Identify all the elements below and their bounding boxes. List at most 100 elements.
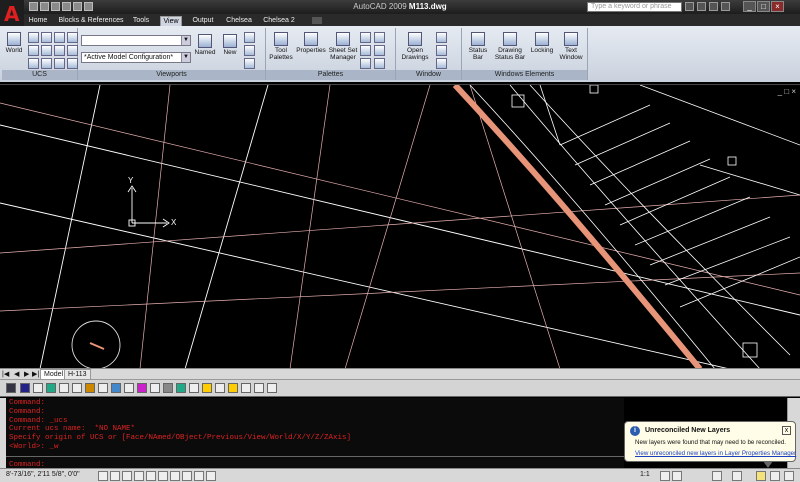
dyn-toggle-icon[interactable] (182, 471, 192, 481)
toolbar-icon-2[interactable] (20, 383, 30, 393)
osnap-toggle-icon[interactable] (146, 471, 156, 481)
tab-tools[interactable]: Tools (130, 16, 152, 26)
tool-palettes-button[interactable]: Tool Palettes (268, 32, 294, 61)
coordinate-readout[interactable]: 8'-73/16", 2'11 5/8", 0'0" (6, 471, 80, 478)
ucs-icon-toggle[interactable] (67, 58, 78, 69)
viewports-named-button[interactable]: Named (194, 34, 216, 56)
toolbar-icon-6[interactable] (137, 383, 147, 393)
layout-nav-last-icon[interactable]: ▶| (32, 370, 39, 378)
qp-toggle-icon[interactable] (206, 471, 216, 481)
command-line[interactable]: Command: Command: Command: _ucs Current … (6, 398, 624, 469)
tab-output[interactable]: Output (190, 16, 216, 26)
lineweight-toggle-icon[interactable] (194, 471, 204, 481)
tab-view[interactable]: View (160, 16, 182, 26)
toolbar-icon-8[interactable] (176, 383, 186, 393)
toolbar-icon-9[interactable] (228, 383, 238, 393)
annotation-scale[interactable]: 1:1 (640, 471, 650, 478)
tab-home[interactable]: Home (26, 16, 50, 26)
toolbar-icon-1[interactable] (6, 383, 16, 393)
markup-set-icon[interactable] (374, 32, 385, 43)
ucs-origin-icon[interactable] (28, 32, 39, 43)
ucs-named-icon[interactable] (54, 58, 65, 69)
viewports-new-button[interactable]: New (220, 34, 240, 56)
ucs-view-icon[interactable] (41, 45, 52, 56)
help-icon[interactable] (33, 383, 43, 393)
viewport-window-controls[interactable]: _ □ × (778, 87, 796, 96)
status-bar-menu-icon[interactable] (770, 471, 780, 481)
annotation-visibility-icon[interactable] (660, 471, 670, 481)
tile-vertical-icon[interactable] (436, 45, 447, 56)
restore-button[interactable]: □ (757, 1, 770, 12)
help-icon[interactable] (98, 383, 108, 393)
viewport-view-dropdown[interactable]: ▼ (81, 35, 191, 46)
toolbar-icon-4[interactable] (85, 383, 95, 393)
notification-close-button[interactable]: x (782, 426, 791, 435)
open-drawings-button[interactable]: Open Drawings (398, 32, 432, 61)
properties-button[interactable]: Properties (296, 32, 326, 54)
drawing-area[interactable]: Y X _ □ × (0, 84, 800, 369)
viewport-polygon-icon[interactable] (244, 58, 255, 69)
status-bar-button[interactable]: Status Bar (464, 32, 492, 61)
close-button[interactable]: × (771, 1, 784, 12)
help-icon[interactable] (241, 383, 251, 393)
help-icon[interactable] (150, 383, 160, 393)
polar-toggle-icon[interactable] (134, 471, 144, 481)
otrack-toggle-icon[interactable] (158, 471, 168, 481)
ucs-zaxis-icon[interactable] (28, 58, 39, 69)
design-center-icon[interactable] (360, 32, 371, 43)
tab-chelsea[interactable]: Chelsea (224, 16, 254, 26)
layout-icon[interactable] (374, 58, 385, 69)
toolbar-icon-3[interactable] (46, 383, 56, 393)
ucs-x-icon[interactable] (54, 32, 65, 43)
sheet-set-manager-button[interactable]: Sheet Set Manager (328, 32, 358, 61)
smiley-icon[interactable] (202, 383, 212, 393)
ucs-object-icon[interactable] (54, 45, 65, 56)
help-icon[interactable] (124, 383, 134, 393)
ortho-toggle-icon[interactable] (122, 471, 132, 481)
toolbar-icon-5[interactable] (111, 383, 121, 393)
cascade-icon[interactable] (436, 58, 447, 69)
quickcalc-icon[interactable] (360, 45, 371, 56)
clean-screen-icon[interactable] (784, 471, 794, 481)
snap-toggle-icon[interactable] (98, 471, 108, 481)
text-window-button[interactable]: Text Window (558, 32, 584, 61)
favorites-star-icon[interactable] (709, 2, 718, 11)
layout-nav-prev-icon[interactable]: ◀ (14, 370, 19, 378)
layer-notification-icon[interactable] (756, 471, 766, 481)
workspace-switch-icon[interactable] (712, 471, 722, 481)
tile-horizontal-icon[interactable] (436, 32, 447, 43)
help-icon[interactable] (721, 2, 730, 11)
help-icon[interactable] (59, 383, 69, 393)
ucs-face-icon[interactable] (67, 45, 78, 56)
minimize-button[interactable]: _ (743, 1, 756, 12)
auto-scale-icon[interactable] (672, 471, 682, 481)
drawing-status-bar-button[interactable]: Drawing Status Bar (494, 32, 526, 61)
ucs-y-icon[interactable] (67, 32, 78, 43)
external-refs-icon[interactable] (360, 58, 371, 69)
search-input[interactable]: Type a keyword or phrase (587, 2, 682, 12)
toolbar-lock-icon[interactable] (732, 471, 742, 481)
search-icon[interactable] (685, 2, 694, 11)
locking-button[interactable]: Locking (528, 32, 556, 54)
dbconnect-icon[interactable] (374, 45, 385, 56)
layout-nav-first-icon[interactable]: |◀ (2, 370, 9, 378)
tab-blocks-references[interactable]: Blocks & References (56, 16, 126, 26)
help-icon[interactable] (215, 383, 225, 393)
help-icon[interactable] (72, 383, 82, 393)
ucs-world-button[interactable]: World (4, 32, 24, 54)
ducs-toggle-icon[interactable] (170, 471, 180, 481)
ucs-previous-icon[interactable] (41, 58, 52, 69)
toolbar-icon-7[interactable] (163, 383, 173, 393)
viewport-config-dropdown[interactable]: *Active Model Configuration* ▼ (81, 52, 191, 63)
viewport-clip-icon[interactable] (244, 45, 255, 56)
ucs-3point-icon[interactable] (41, 32, 52, 43)
communication-center-icon[interactable] (697, 2, 706, 11)
grid-toggle-icon[interactable] (110, 471, 120, 481)
help-icon[interactable] (189, 383, 199, 393)
help-icon[interactable] (254, 383, 264, 393)
ucs-z-icon[interactable] (28, 45, 39, 56)
layout-nav-next-icon[interactable]: ▶ (24, 370, 29, 378)
viewport-join-icon[interactable] (244, 32, 255, 43)
notification-link[interactable]: View unreconciled new layers in Layer Pr… (635, 450, 796, 457)
help-icon[interactable] (267, 383, 277, 393)
